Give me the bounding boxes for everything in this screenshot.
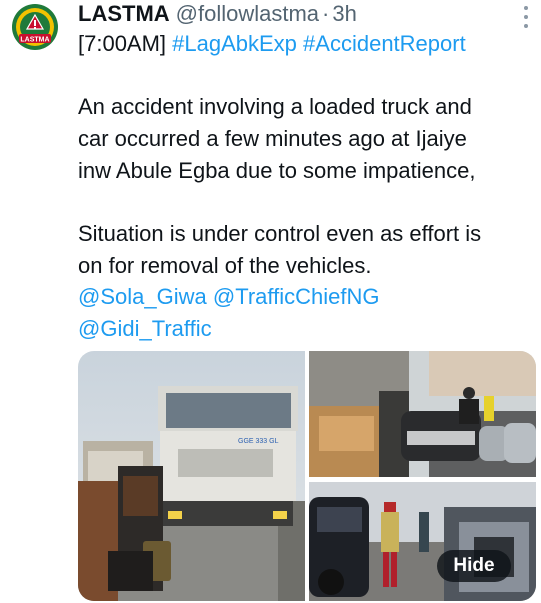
truck-plate-text: GGE 333 GL (238, 438, 279, 445)
author-handle[interactable]: @followlastma (176, 0, 319, 28)
hashtag-accidentreport[interactable]: #AccidentReport (303, 31, 466, 56)
author-name[interactable]: LASTMA (78, 0, 170, 28)
separator: · (322, 1, 330, 26)
photo-truck-on-car[interactable] (309, 351, 536, 477)
time-tag: [7:00AM] (78, 31, 173, 56)
photo-officer-scene[interactable] (309, 482, 536, 601)
logo-text: LASTMA (20, 37, 49, 44)
mention-sola-giwa[interactable]: @Sola_Giwa (78, 284, 207, 309)
tweet-header: LASTMA @followlastma · 3h (78, 0, 357, 28)
tweet-text-line: Situation is under control even as effor… (78, 221, 482, 246)
photo-truck-front[interactable]: GGE 333 GL (78, 351, 305, 601)
mentions-line: @Sola_Giwa @TrafficChiefNG (78, 281, 534, 313)
lastma-logo: LASTMA (12, 4, 58, 50)
tweet-text-line: An accident involving a loaded truck and (78, 94, 472, 119)
timestamp[interactable]: 3h (332, 0, 356, 28)
hashtag-lagabkexp[interactable]: #LagAbkExp (172, 31, 297, 56)
mentions-line: @Gidi_Traffic (78, 313, 534, 345)
hide-button[interactable]: Hide (437, 550, 511, 582)
tweet-text-line: on for removal of the vehicles. (78, 253, 372, 278)
more-vertical-icon[interactable] (523, 6, 529, 28)
mention-trafficchiefng[interactable]: @TrafficChiefNG (213, 284, 380, 309)
hashtag-line: [7:00AM] #LagAbkExp #AccidentReport (78, 28, 534, 60)
tweet-text-line: car occurred a few minutes ago at Ijaiye (78, 126, 467, 151)
tweet-text-line: inw Abule Egba due to some impatience, (78, 158, 476, 183)
mention-gidi-traffic[interactable]: @Gidi_Traffic (78, 316, 212, 341)
avatar[interactable]: LASTMA (10, 2, 60, 52)
